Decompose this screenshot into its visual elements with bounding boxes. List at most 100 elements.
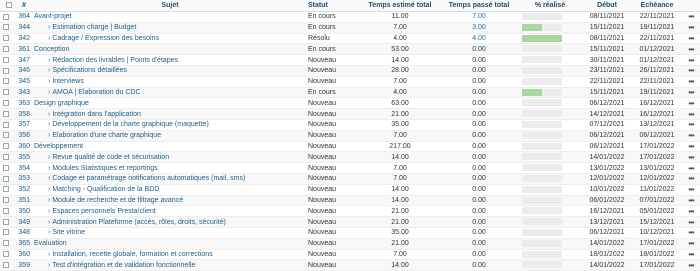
row-select-cell[interactable]	[0, 195, 14, 207]
row-checkbox[interactable]	[3, 78, 9, 85]
row-select-cell[interactable]	[0, 87, 14, 99]
issue-subject-link[interactable]: Interviews	[52, 78, 84, 85]
row-checkbox[interactable]	[3, 132, 9, 139]
table-row[interactable]: 361 Conception En cours 53.00 0.00 15/11/2021…	[0, 43, 700, 56]
row-select-cell[interactable]	[0, 249, 14, 261]
issue-number-link[interactable]: 349	[14, 216, 34, 228]
row-actions-menu-icon[interactable]: •••	[682, 65, 700, 77]
row-actions-menu-icon[interactable]: •••	[682, 22, 700, 34]
issue-number-link[interactable]: 356	[14, 130, 34, 142]
issue-number-link[interactable]: 357	[14, 119, 34, 131]
issue-number-link[interactable]: 355	[14, 151, 34, 164]
row-actions-menu-icon[interactable]: •••	[682, 173, 700, 185]
table-row[interactable]: 342 › Cadrage / Expression des besoins Réso…	[0, 33, 700, 45]
issue-number-link[interactable]: 353	[14, 173, 34, 185]
issue-number-link[interactable]: 348	[14, 227, 34, 239]
issue-subject-link[interactable]: Cadrage / Expression des besoins	[52, 35, 159, 42]
column-header-subject[interactable]: Sujet	[34, 0, 306, 12]
row-actions-menu-icon[interactable]: •••	[682, 162, 700, 174]
issue-subject-link[interactable]: Test d'intégration et de validation fonc…	[52, 262, 195, 269]
issue-subject-link[interactable]: Estimation charge | Budget	[52, 24, 136, 31]
row-checkbox[interactable]	[3, 207, 9, 214]
row-select-cell[interactable]	[0, 259, 14, 271]
row-actions-menu-icon[interactable]: •••	[682, 130, 700, 142]
row-checkbox[interactable]	[3, 24, 9, 31]
row-actions-menu-icon[interactable]: •••	[682, 195, 700, 207]
issue-subject-link[interactable]: Développement	[34, 143, 83, 150]
row-checkbox[interactable]	[3, 110, 9, 117]
row-actions-menu-icon[interactable]: •••	[682, 97, 700, 110]
row-checkbox[interactable]	[3, 13, 9, 20]
row-select-cell[interactable]	[0, 108, 14, 120]
row-select-cell[interactable]	[0, 76, 14, 88]
issue-number-link[interactable]: 365	[14, 238, 34, 250]
row-actions-menu-icon[interactable]: •••	[682, 249, 700, 261]
row-select-cell[interactable]	[0, 54, 14, 66]
issue-subject-link[interactable]: Elaboration d'une charte graphique	[52, 132, 161, 139]
issue-subject-link[interactable]: Spécifications détaillées	[52, 67, 127, 74]
row-select-cell[interactable]	[0, 33, 14, 45]
row-select-cell[interactable]	[0, 238, 14, 250]
row-checkbox[interactable]	[3, 153, 9, 160]
table-row[interactable]: 353 › Codage et paramétrage notifications …	[0, 173, 700, 185]
row-select-cell[interactable]	[0, 184, 14, 196]
table-row[interactable]: 364 Avant-projet En cours 11.00 7.00 08/11/20…	[0, 11, 700, 23]
issue-subject-link[interactable]: Modules Statistiques et reportings	[52, 165, 157, 172]
issue-number-link[interactable]: 358	[14, 108, 34, 120]
table-row[interactable]: 360 Développement Nouveau 217.00 0.00 06/12/2…	[0, 141, 700, 153]
table-row[interactable]: 354 › Modules Statistiques et reportings No…	[0, 162, 700, 174]
row-select-cell[interactable]	[0, 97, 14, 110]
row-select-cell[interactable]	[0, 205, 14, 218]
column-header-number[interactable]: #	[14, 0, 34, 12]
issue-subject-link[interactable]: Avant-projet	[34, 13, 72, 20]
row-actions-menu-icon[interactable]: •••	[682, 238, 700, 250]
issue-subject-link[interactable]: Administration Plateforme (accès, rôles,…	[52, 219, 226, 226]
issue-number-link[interactable]: 342	[14, 33, 34, 45]
column-header-spent-time[interactable]: Temps passé total	[440, 0, 518, 12]
row-checkbox[interactable]	[3, 229, 9, 236]
table-row[interactable]: 348 › Site vitrine Nouveau 35.00 0.00 06/12/20…	[0, 227, 700, 239]
row-select-cell[interactable]	[0, 173, 14, 185]
issue-number-link[interactable]: 354	[14, 162, 34, 174]
row-actions-menu-icon[interactable]: •••	[682, 227, 700, 239]
table-row[interactable]: 343 › AMOA | Elaboration du CDC En cours 4.0…	[0, 87, 700, 99]
row-actions-menu-icon[interactable]: •••	[682, 119, 700, 131]
row-actions-menu-icon[interactable]: •••	[682, 11, 700, 23]
issue-number-link[interactable]: 360	[14, 249, 34, 261]
table-row[interactable]: 357 › Développement de la charte graphique…	[0, 119, 700, 131]
table-row[interactable]: 356 › Elaboration d'une charte graphique No…	[0, 130, 700, 142]
issue-subject-link[interactable]: Installation, recette globale, formation…	[52, 251, 212, 258]
row-select-cell[interactable]	[0, 22, 14, 34]
row-actions-menu-icon[interactable]: •••	[682, 33, 700, 45]
issue-number-link[interactable]: 350	[14, 205, 34, 218]
row-select-cell[interactable]	[0, 130, 14, 142]
table-row[interactable]: 344 › Estimation charge | Budget En cours 7.…	[0, 22, 700, 34]
issue-number-link[interactable]: 347	[14, 54, 34, 66]
issue-number-link[interactable]: 343	[14, 87, 34, 99]
table-row[interactable]: 352 › Matching - Qualification de la BDD No…	[0, 184, 700, 196]
row-checkbox[interactable]	[3, 240, 9, 247]
column-header-status[interactable]: Statut	[306, 0, 360, 12]
issue-subject-link[interactable]: Site vitrine	[52, 229, 85, 236]
issue-number-link[interactable]: 344	[14, 22, 34, 34]
row-checkbox[interactable]	[3, 186, 9, 193]
row-actions-menu-icon[interactable]: •••	[682, 151, 700, 164]
column-header-due-date[interactable]: Echéance	[632, 0, 682, 12]
table-row[interactable]: 355 › Revue qualité de code et sécurisatio…	[0, 151, 700, 164]
issue-number-link[interactable]: 359	[14, 259, 34, 271]
row-actions-menu-icon[interactable]: •••	[682, 76, 700, 88]
issue-number-link[interactable]: 360	[14, 141, 34, 153]
column-header-start-date[interactable]: Début	[582, 0, 632, 12]
row-select-cell[interactable]	[0, 119, 14, 131]
row-checkbox[interactable]	[3, 164, 9, 171]
column-header-done-ratio[interactable]: % réalisé	[518, 0, 582, 12]
issue-subject-link[interactable]: Rédaction des livrables | Points d'étape…	[52, 57, 178, 64]
table-row[interactable]: 363 Design graphique Nouveau 63.00 0.00 06/12…	[0, 97, 700, 110]
row-checkbox[interactable]	[3, 121, 9, 128]
row-checkbox[interactable]	[3, 89, 9, 96]
issue-number-link[interactable]: 364	[14, 11, 34, 23]
row-actions-menu-icon[interactable]: •••	[682, 259, 700, 271]
issue-subject-link[interactable]: Espaces personnels Presta/client	[52, 208, 156, 215]
row-actions-menu-icon[interactable]: •••	[682, 87, 700, 99]
row-select-cell[interactable]	[0, 141, 14, 153]
